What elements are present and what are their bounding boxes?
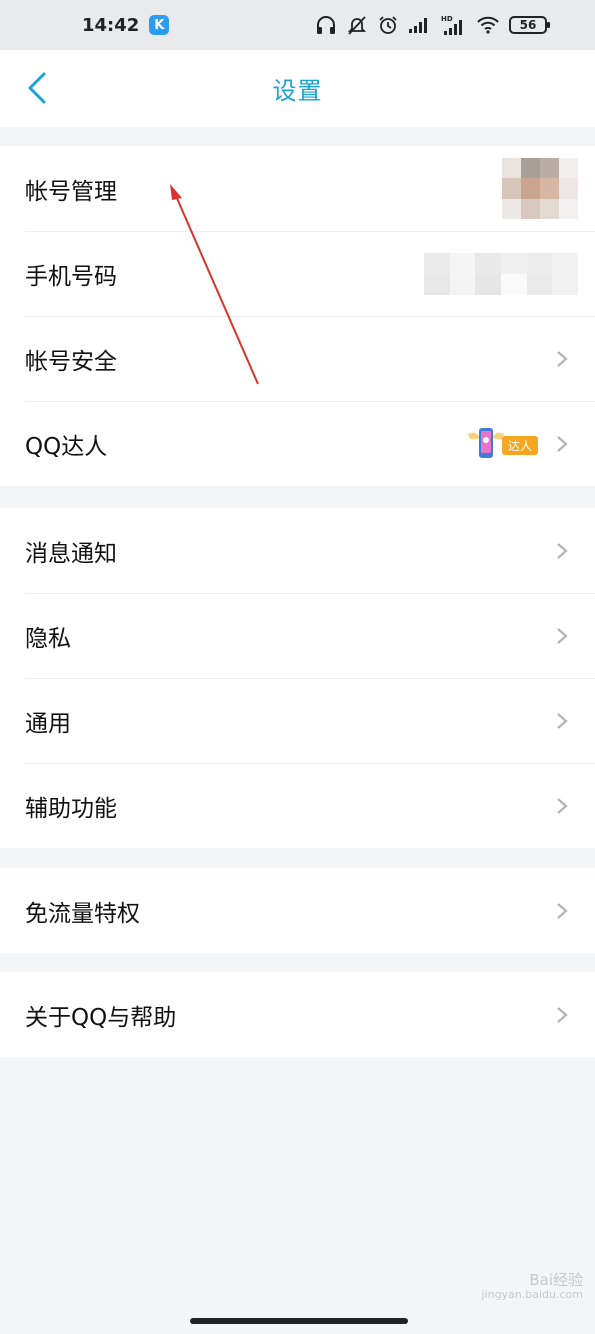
settings-item-label: 免流量特权 bbox=[25, 900, 140, 927]
settings-item-phone-number[interactable]: 手机号码 bbox=[0, 231, 595, 316]
daren-badge: 达人 bbox=[466, 424, 538, 464]
settings-item-label: 帐号管理 bbox=[25, 178, 117, 205]
chevron-left-icon bbox=[28, 72, 46, 104]
status-time: 14:42 bbox=[82, 14, 140, 36]
avatar bbox=[502, 157, 578, 220]
chevron-right-icon bbox=[557, 627, 568, 644]
phone-number-value bbox=[424, 252, 578, 295]
status-left: 14:42 K bbox=[82, 14, 170, 36]
about-group: 关于QQ与帮助 bbox=[0, 972, 595, 1057]
watermark: Bai经验 jingyan.baidu.com bbox=[481, 1272, 583, 1301]
settings-item-label: QQ达人 bbox=[25, 433, 108, 460]
settings-item-account-manage[interactable]: 帐号管理 bbox=[0, 146, 595, 231]
settings-item-label: 帐号安全 bbox=[25, 348, 117, 375]
home-indicator[interactable] bbox=[190, 1318, 408, 1324]
settings-item-label: 关于QQ与帮助 bbox=[25, 1004, 177, 1031]
settings-item-qq-daren[interactable]: QQ达人 达人 bbox=[0, 401, 595, 486]
chevron-right-icon bbox=[557, 797, 568, 814]
settings-item-label: 通用 bbox=[25, 710, 71, 737]
settings-item-label: 隐私 bbox=[25, 625, 71, 652]
settings-item-notifications[interactable]: 消息通知 bbox=[0, 508, 595, 593]
settings-item-about-help[interactable]: 关于QQ与帮助 bbox=[0, 972, 595, 1057]
settings-item-label: 手机号码 bbox=[25, 263, 117, 290]
traffic-group: 免流量特权 bbox=[0, 868, 595, 953]
chevron-right-icon bbox=[557, 542, 568, 559]
settings-item-privacy[interactable]: 隐私 bbox=[0, 593, 595, 678]
settings-item-general[interactable]: 通用 bbox=[0, 678, 595, 763]
wifi-icon bbox=[477, 16, 499, 34]
general-group: 消息通知 隐私 通用 辅助功能 bbox=[0, 508, 595, 848]
status-icons: HD 56 bbox=[315, 14, 550, 36]
watermark-line-1: Bai经验 bbox=[529, 1271, 583, 1289]
nav-bar: 设置 bbox=[0, 50, 595, 127]
watermark-line-2: jingyan.baidu.com bbox=[481, 1287, 583, 1301]
chevron-right-icon bbox=[557, 712, 568, 729]
back-button[interactable] bbox=[20, 68, 60, 108]
settings-item-label: 辅助功能 bbox=[25, 795, 117, 822]
signal-icon bbox=[409, 18, 427, 33]
svg-text:HD: HD bbox=[441, 15, 453, 23]
chevron-right-icon bbox=[557, 1006, 568, 1023]
settings-item-accessibility[interactable]: 辅助功能 bbox=[0, 763, 595, 848]
kuwo-k-icon: K bbox=[149, 15, 170, 35]
alarm-icon bbox=[379, 16, 397, 34]
daren-badge-label: 达人 bbox=[501, 435, 538, 455]
chevron-right-icon bbox=[557, 902, 568, 919]
chevron-right-icon bbox=[557, 435, 568, 452]
settings-item-free-traffic[interactable]: 免流量特权 bbox=[0, 868, 595, 953]
chevron-right-icon bbox=[557, 350, 568, 367]
signal-hd-icon: HD bbox=[441, 15, 462, 35]
battery-icon: 56 bbox=[509, 16, 550, 34]
account-group: 帐号管理 手机号码 帐号安全 QQ达人 达人 bbox=[0, 146, 595, 486]
settings-item-account-security[interactable]: 帐号安全 bbox=[0, 316, 595, 401]
status-bar: 14:42 K HD 56 bbox=[0, 0, 595, 50]
winged-phone-icon bbox=[468, 427, 504, 458]
headphones-icon bbox=[317, 16, 335, 34]
page-title: 设置 bbox=[272, 77, 323, 105]
settings-item-label: 消息通知 bbox=[25, 540, 117, 567]
daren-wrap: 达人 bbox=[466, 424, 570, 464]
muted-bell-icon bbox=[347, 16, 367, 35]
